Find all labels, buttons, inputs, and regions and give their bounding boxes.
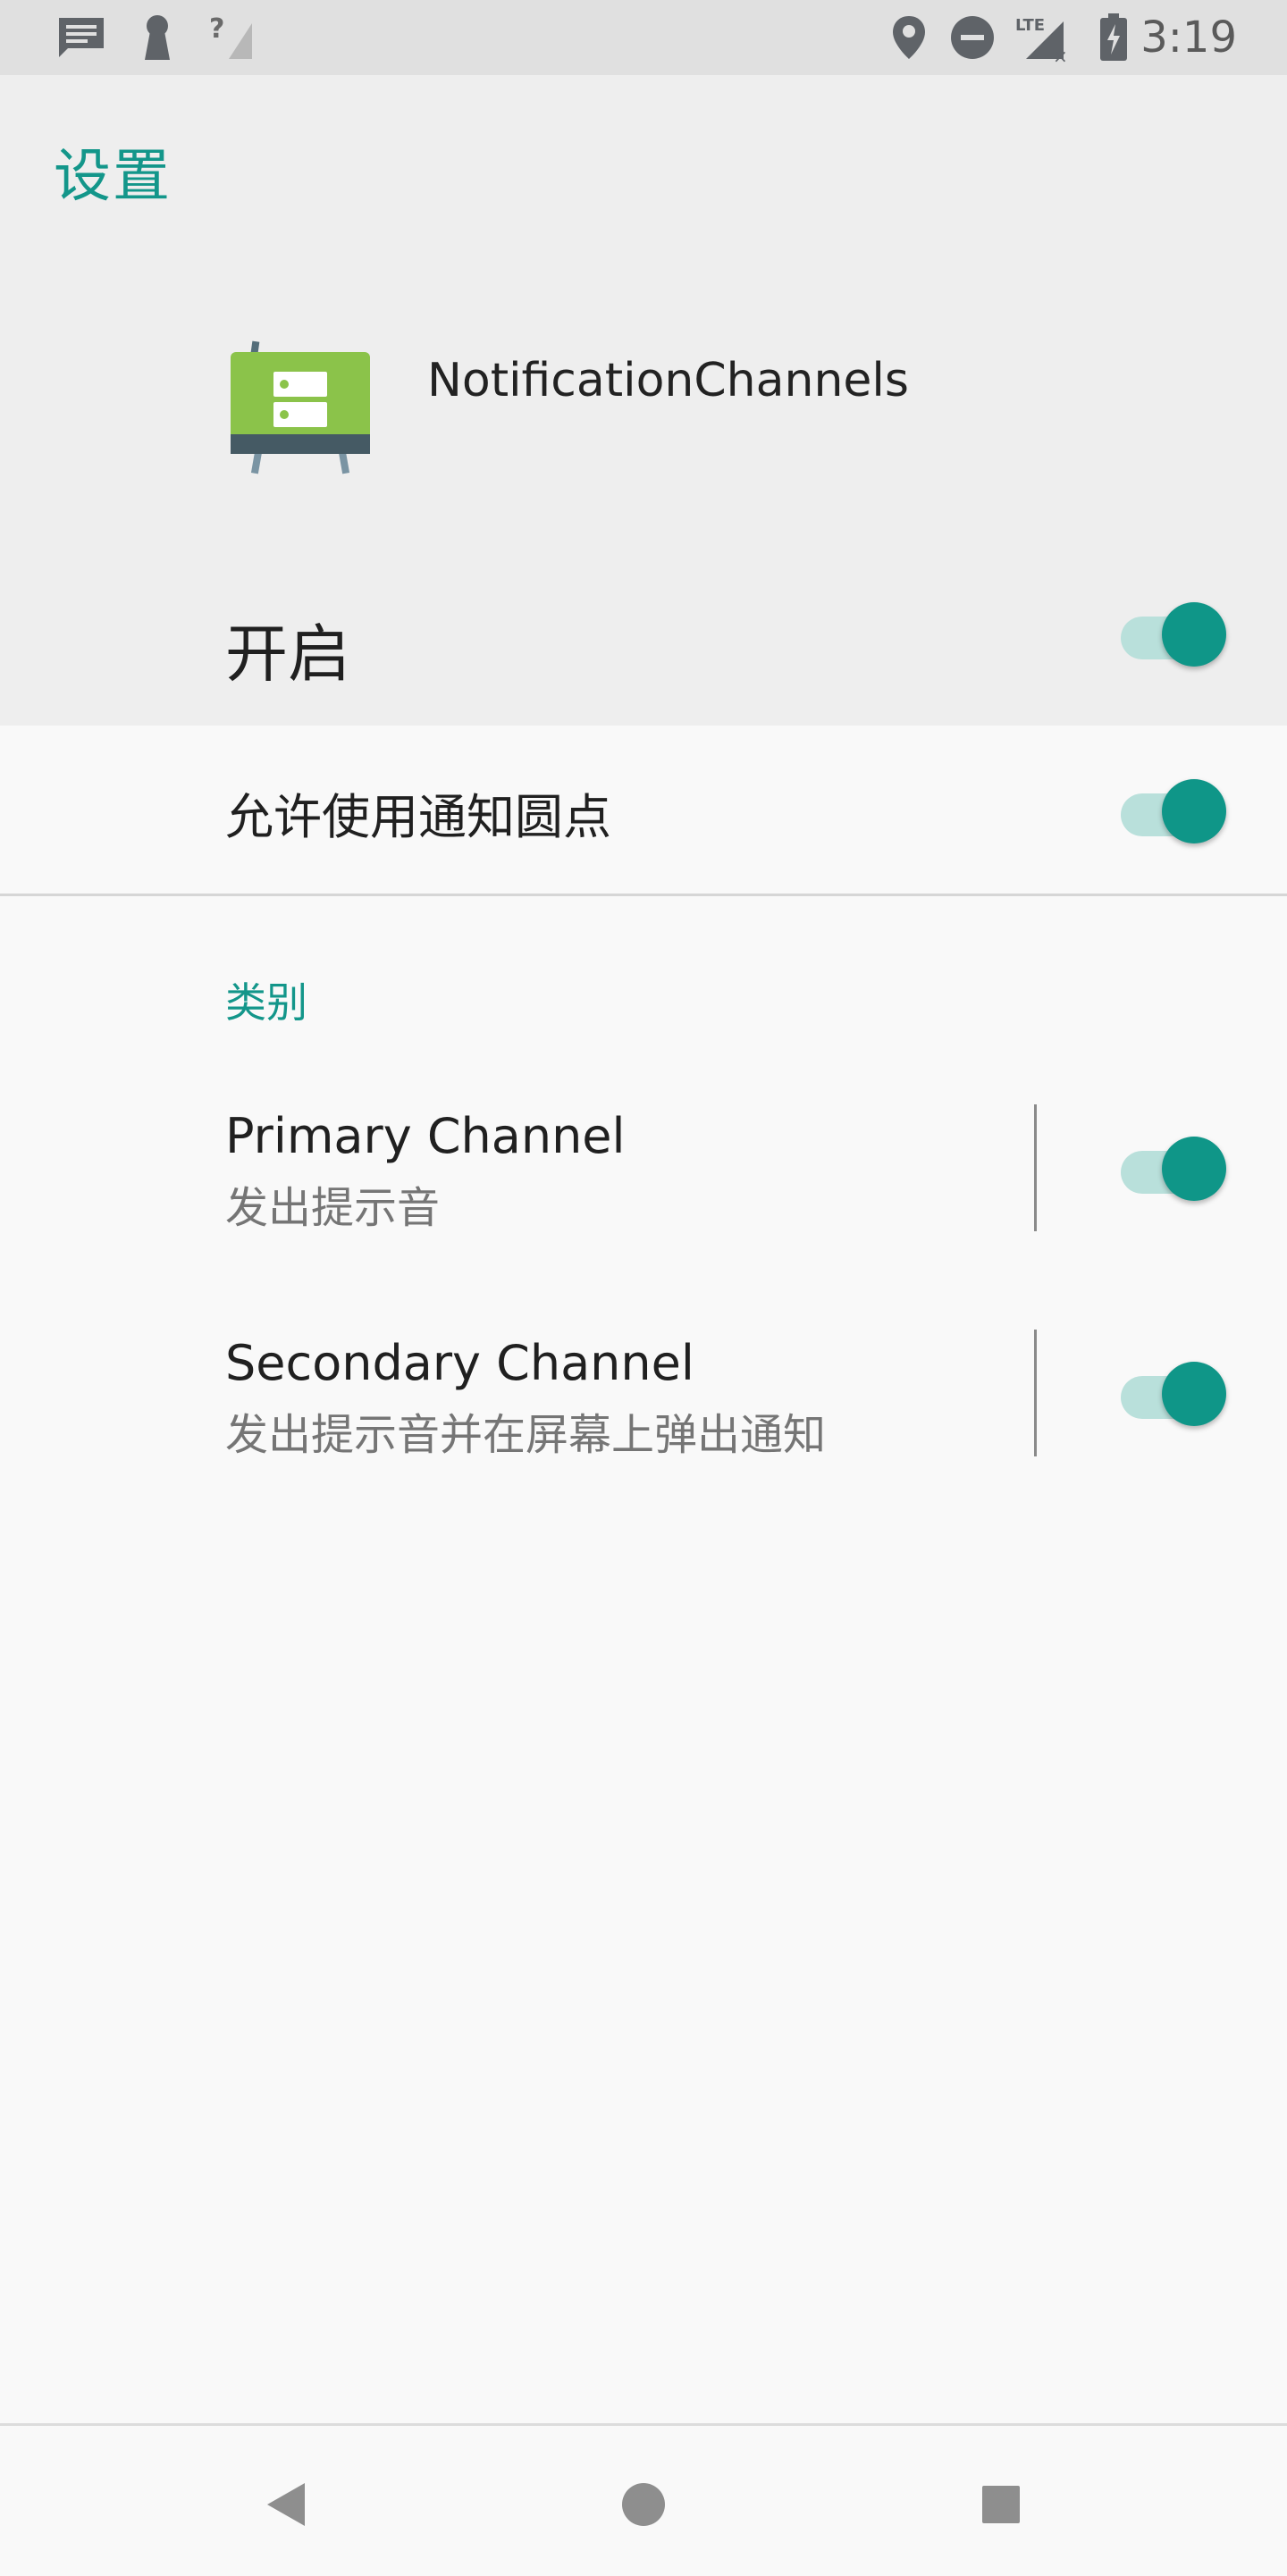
switch-thumb xyxy=(1162,1137,1226,1201)
svg-text:×: × xyxy=(1053,46,1068,63)
message-icon xyxy=(54,13,109,63)
channel-row-primary[interactable]: Primary Channel 发出提示音 xyxy=(0,1088,1287,1249)
page-title: 设置 xyxy=(54,144,172,210)
lte-label: LTE xyxy=(1015,16,1045,35)
app-icon xyxy=(229,334,372,477)
navigation-bar xyxy=(0,2423,1287,2576)
lte-signal-icon: LTE × xyxy=(1014,13,1072,63)
master-toggle-switch[interactable] xyxy=(1121,599,1226,667)
channel-title: Primary Channel xyxy=(225,1108,626,1164)
switch-thumb xyxy=(1162,602,1226,667)
recents-icon[interactable] xyxy=(974,2478,1028,2531)
channel-title: Secondary Channel xyxy=(225,1335,694,1391)
location-icon xyxy=(888,13,930,63)
vertical-divider xyxy=(1034,1330,1037,1456)
primary-channel-switch[interactable] xyxy=(1121,1133,1226,1201)
master-toggle-label: 开启 xyxy=(225,617,350,691)
category-section-title: 类别 xyxy=(225,978,307,1027)
channel-subtitle: 发出提示音并在屏幕上弹出通知 xyxy=(225,1410,827,1460)
secondary-channel-switch[interactable] xyxy=(1121,1358,1226,1426)
app-name: NotificationChannels xyxy=(427,354,909,407)
do-not-disturb-icon xyxy=(949,13,996,63)
status-bar: ? LTE × 3:19 xyxy=(0,0,1287,75)
notification-dots-row[interactable]: 允许使用通知圆点 xyxy=(0,726,1287,894)
home-icon[interactable] xyxy=(617,2478,670,2531)
vertical-divider xyxy=(1034,1104,1037,1231)
keyhole-icon xyxy=(139,13,175,63)
back-icon[interactable] xyxy=(259,2478,313,2531)
notification-dots-switch[interactable] xyxy=(1121,776,1226,843)
channel-subtitle: 发出提示音 xyxy=(225,1183,441,1233)
section-divider xyxy=(0,894,1287,896)
switch-thumb xyxy=(1162,1362,1226,1426)
channel-row-secondary[interactable]: Secondary Channel 发出提示音并在屏幕上弹出通知 xyxy=(0,1315,1287,1476)
switch-thumb xyxy=(1162,779,1226,843)
notification-dots-label: 允许使用通知圆点 xyxy=(225,789,611,845)
master-toggle-row[interactable]: 开启 xyxy=(0,558,1287,726)
svg-text:?: ? xyxy=(209,14,224,45)
no-signal-icon: ? xyxy=(209,13,254,63)
battery-charging-icon xyxy=(1096,13,1131,63)
status-time: 3:19 xyxy=(1140,13,1237,63)
app-info-header: 设置 NotificationChannels 开启 xyxy=(0,75,1287,726)
